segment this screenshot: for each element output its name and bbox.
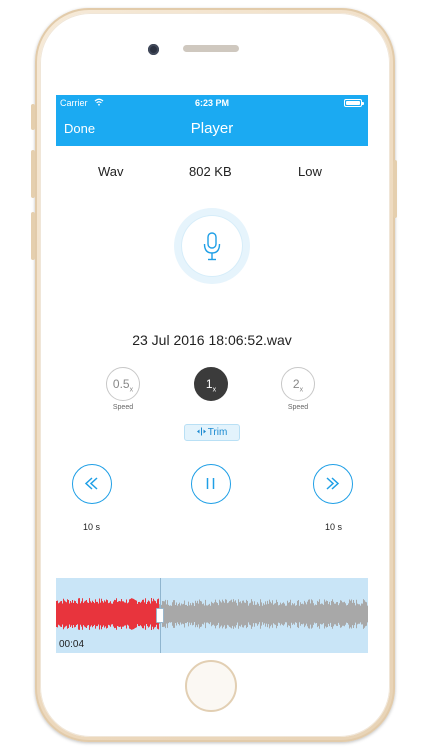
trim-icon	[196, 427, 206, 436]
speed-double-label: Speed	[287, 404, 309, 411]
microphone-icon	[203, 232, 221, 261]
speed-double-button[interactable]: 2x Speed	[280, 367, 316, 411]
pause-icon	[206, 478, 215, 489]
speed-half-label: Speed	[112, 404, 134, 411]
current-time-label: 00:04	[59, 639, 85, 650]
file-size-label: 802 KB	[189, 164, 232, 179]
fast-forward-button[interactable]	[313, 464, 353, 504]
rewind-icon	[84, 477, 98, 490]
trim-button[interactable]: Trim	[184, 424, 240, 441]
record-button[interactable]	[174, 208, 250, 284]
app-screen: Carrier 6:23 PM Done Player Wav 802 KB L…	[56, 95, 368, 653]
page-title: Player	[190, 120, 234, 137]
volume-down-button	[31, 212, 35, 260]
speed-normal-unit: x	[212, 386, 217, 394]
speed-half-button[interactable]: 0.5x Speed	[105, 367, 141, 411]
volume-up-button	[31, 150, 35, 198]
power-button	[393, 160, 397, 218]
rewind-button[interactable]	[72, 464, 112, 504]
home-button[interactable]	[185, 660, 237, 712]
earpiece-speaker	[183, 45, 239, 52]
speed-double-value: 2	[292, 377, 300, 391]
status-time: 6:23 PM	[194, 98, 229, 108]
recording-filename: 23 Jul 2016 18:06:52.wav	[132, 332, 292, 348]
quality-label: Low	[298, 164, 322, 179]
navigation-bar: Done Player	[56, 111, 368, 146]
pause-button[interactable]	[191, 464, 231, 504]
waveform-scrubber[interactable]: 00:04	[56, 578, 368, 653]
speed-half-unit: x	[129, 386, 134, 394]
speed-normal-value: 1	[205, 377, 213, 391]
battery-icon	[344, 99, 364, 107]
rewind-seconds-label: 10 s	[83, 522, 101, 532]
forward-seconds-label: 10 s	[325, 522, 343, 532]
mute-switch	[31, 104, 35, 130]
status-bar: Carrier 6:23 PM	[56, 95, 368, 111]
trim-label: Trim	[207, 427, 228, 438]
speed-double-circle: 2x	[281, 367, 315, 401]
playhead-handle[interactable]	[156, 608, 164, 623]
format-label: Wav	[98, 164, 124, 179]
fast-forward-icon	[326, 477, 340, 490]
record-button-face	[182, 216, 242, 276]
speed-normal-button[interactable]: 1x	[193, 367, 229, 401]
front-camera	[148, 44, 159, 55]
speed-double-unit: x	[299, 386, 304, 394]
waveform-graphic	[56, 598, 368, 630]
speed-half-circle: 0.5x	[106, 367, 140, 401]
speed-normal-circle: 1x	[194, 367, 228, 401]
speed-half-value: 0.5	[112, 377, 130, 391]
